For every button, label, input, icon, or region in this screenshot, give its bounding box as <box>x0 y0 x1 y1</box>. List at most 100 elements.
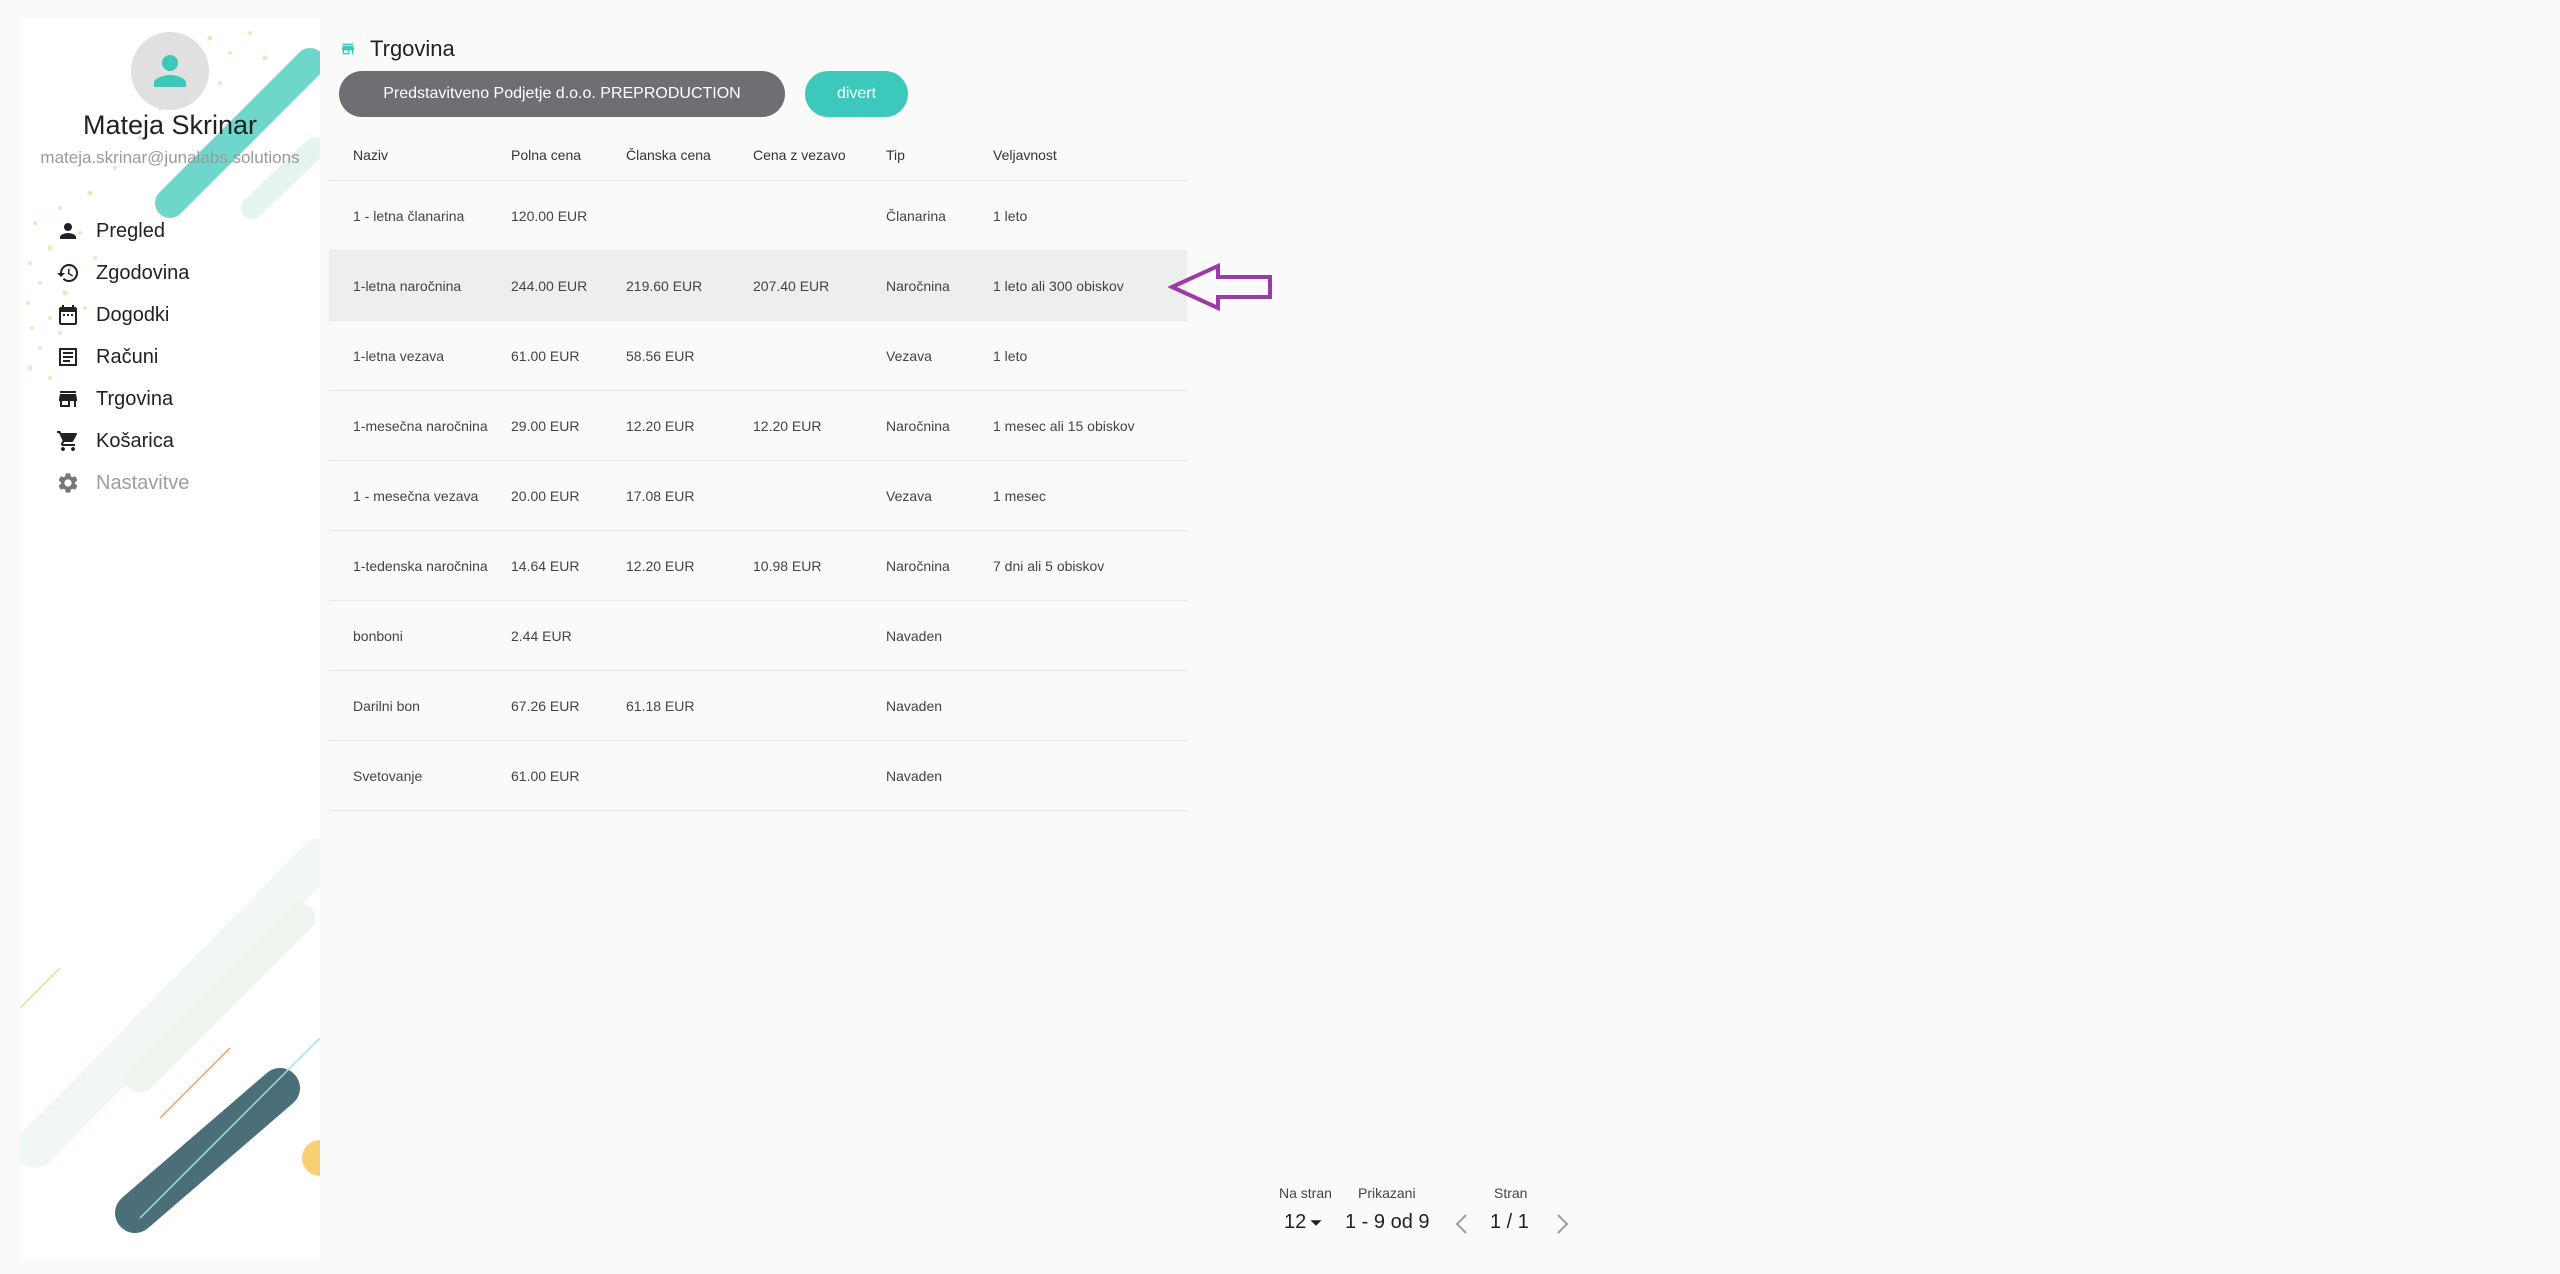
column-header[interactable]: Cena z vezavo <box>753 147 886 163</box>
cell-member-price: 12.20 EUR <box>626 557 695 574</box>
store-icon <box>56 387 80 411</box>
cell-name: Darilni bon <box>353 697 420 714</box>
per-page-value: 12 <box>1284 1211 1307 1233</box>
cell-commitment-price: 207.40 EUR <box>753 277 830 294</box>
sidebar-item-zgodovina[interactable]: Zgodovina <box>20 252 320 294</box>
sidebar-item-label: Nastavitve <box>96 471 190 494</box>
company-button[interactable]: Predstavitveno Podjetje d.o.o. PREPRODUC… <box>339 71 785 117</box>
annotation-arrow-icon <box>1168 262 1272 312</box>
cell-full-price: 67.26 EUR <box>511 697 580 714</box>
sidebar-item-label: Računi <box>96 345 159 368</box>
sidebar-item-label: Pregled <box>96 219 165 242</box>
cell-name: 1-letna vezava <box>353 347 445 364</box>
cell-name: Svetovanje <box>353 767 423 784</box>
page-title: Trgovina <box>370 36 455 61</box>
cell-type: Navaden <box>886 697 943 714</box>
cell-validity: 1 leto <box>993 207 1028 224</box>
cell-full-price: 61.00 EUR <box>511 767 580 784</box>
per-page-label: Na stran <box>1279 1185 1332 1201</box>
cell-member-price: 17.08 EUR <box>626 487 695 504</box>
cell-full-price: 29.00 EUR <box>511 417 580 434</box>
person-icon <box>56 219 80 243</box>
receipt-icon <box>56 345 80 369</box>
cell-name: 1 - mesečna vezava <box>353 487 479 504</box>
cell-type: Vezava <box>886 487 932 504</box>
cell-name: 1 - letna članarina <box>353 207 465 224</box>
per-page-select[interactable]: 12 <box>1284 1211 1323 1234</box>
cell-name: 1-tedenska naročnina <box>353 557 488 574</box>
page-header: Trgovina <box>340 36 455 62</box>
cell-validity: 1 leto <box>993 347 1028 364</box>
cell-type: Navaden <box>886 627 943 644</box>
store-icon <box>342 43 354 55</box>
chevron-right-icon[interactable] <box>1552 1212 1572 1236</box>
history-icon <box>56 261 80 285</box>
cell-type: Naročnina <box>886 557 950 574</box>
table-row[interactable]: bonboni 2.44 EUR Navaden <box>329 601 1187 671</box>
cell-member-price: 12.20 EUR <box>626 417 695 434</box>
sidebar-item-trgovina[interactable]: Trgovina <box>20 378 320 420</box>
cell-full-price: 20.00 EUR <box>511 487 580 504</box>
cell-full-price: 120.00 EUR <box>511 207 588 224</box>
table-row[interactable]: 1-letna vezava 61.00 EUR 58.56 EUR Vezav… <box>329 321 1187 391</box>
cell-member-price: 61.18 EUR <box>626 697 695 714</box>
sidebar-item-pregled[interactable]: Pregled <box>20 210 320 252</box>
cell-validity: 1 leto ali 300 obiskov <box>993 277 1124 294</box>
user-email: mateja.skrinar@junalabs.solutions <box>40 148 300 167</box>
sidebar-item-nastavitve[interactable]: Nastavitve <box>20 462 320 504</box>
sidebar-item-label: Trgovina <box>96 387 174 410</box>
cell-name: 1-letna naročnina <box>353 277 462 294</box>
sidebar-item-label: Zgodovina <box>96 261 190 284</box>
cell-type: Navaden <box>886 767 943 784</box>
table-header: Naziv Polna cena Članska cena Cena z vez… <box>329 130 1187 181</box>
cell-validity: 1 mesec <box>993 487 1046 504</box>
sidebar-decoration <box>20 31 320 1233</box>
column-header[interactable]: Naziv <box>329 147 511 163</box>
cell-validity: 7 dni ali 5 obiskov <box>993 557 1105 574</box>
user-name: Mateja Skrinar <box>82 110 258 140</box>
column-header[interactable]: Tip <box>886 147 993 163</box>
divert-button[interactable]: divert <box>805 71 908 117</box>
table-row[interactable]: Darilni bon 67.26 EUR 61.18 EUR Navaden <box>329 671 1187 741</box>
table-row[interactable]: 1 - mesečna vezava 20.00 EUR 17.08 EUR V… <box>329 461 1187 531</box>
sidebar-item-label: Košarica <box>96 429 174 452</box>
column-header[interactable]: Veljavnost <box>993 147 1187 163</box>
column-header[interactable]: Polna cena <box>511 147 626 163</box>
table-row[interactable]: 1 - letna članarina 120.00 EUR Članarina… <box>329 181 1187 251</box>
products-table: Naziv Polna cena Članska cena Cena z vez… <box>329 130 1187 811</box>
page-value: 1 / 1 <box>1490 1211 1529 1233</box>
cell-type: Vezava <box>886 347 932 364</box>
sidebar: Mateja Skrinar mateja.skrinar@junalabs.s… <box>20 18 320 1258</box>
chevron-left-icon[interactable] <box>1452 1212 1472 1236</box>
table-row[interactable]: Svetovanje 61.00 EUR Navaden <box>329 741 1187 811</box>
table-row[interactable]: 1-tedenska naročnina 14.64 EUR 12.20 EUR… <box>329 531 1187 601</box>
gear-icon <box>56 471 80 495</box>
cart-icon <box>56 429 80 453</box>
person-icon <box>154 55 186 87</box>
shown-label: Prikazani <box>1358 1185 1416 1201</box>
cell-full-price: 14.64 EUR <box>511 557 580 574</box>
column-header[interactable]: Članska cena <box>626 147 753 163</box>
sidebar-item-racuni[interactable]: Računi <box>20 336 320 378</box>
page-label: Stran <box>1494 1185 1528 1201</box>
table-row[interactable]: 1-mesečna naročnina 29.00 EUR 12.20 EUR … <box>329 391 1187 461</box>
cell-commitment-price: 12.20 EUR <box>753 417 822 434</box>
cell-type: Članarina <box>886 207 946 224</box>
cell-full-price: 244.00 EUR <box>511 277 588 294</box>
cell-type: Naročnina <box>886 417 950 434</box>
caret-down-icon <box>1310 1219 1322 1226</box>
cell-member-price: 219.60 EUR <box>626 277 703 294</box>
table-row[interactable]: 1-letna naročnina 244.00 EUR 219.60 EUR … <box>329 251 1187 321</box>
cell-full-price: 2.44 EUR <box>511 627 572 644</box>
sidebar-nav: Pregled Zgodovina Dogodki Računi Trgovin… <box>20 210 320 504</box>
cell-validity: 1 mesec ali 15 obiskov <box>993 417 1135 434</box>
sidebar-item-kosarica[interactable]: Košarica <box>20 420 320 462</box>
cell-name: bonboni <box>353 627 403 644</box>
sidebar-item-dogodki[interactable]: Dogodki <box>20 294 320 336</box>
cell-member-price: 58.56 EUR <box>626 347 695 364</box>
shown-value: 1 - 9 od 9 <box>1345 1211 1430 1233</box>
cell-full-price: 61.00 EUR <box>511 347 580 364</box>
sidebar-item-label: Dogodki <box>96 303 170 326</box>
calendar-icon <box>56 303 80 327</box>
cell-name: 1-mesečna naročnina <box>353 417 488 434</box>
